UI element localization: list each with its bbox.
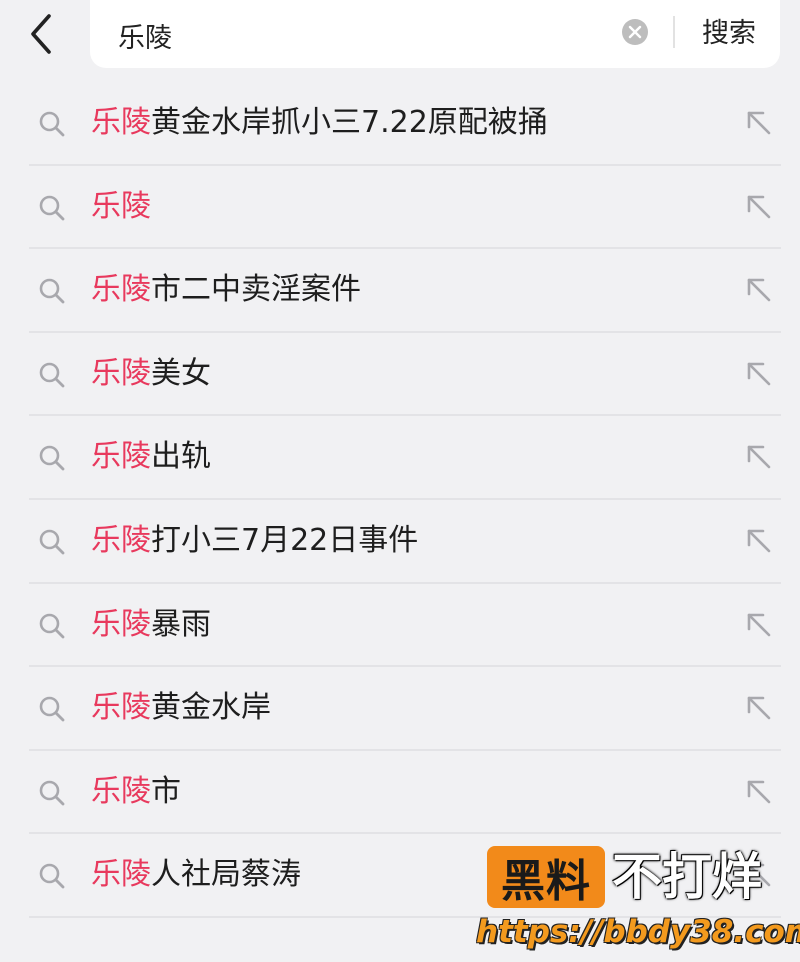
suggestion-rest: 打小三7月22日事件 <box>151 522 419 558</box>
search-icon <box>39 278 65 304</box>
suggestion-rest: 市 <box>151 773 181 809</box>
search-header: 搜索 <box>0 0 800 84</box>
search-icon <box>39 111 65 137</box>
suggestion-item[interactable]: 乐陵暴雨 <box>0 584 800 668</box>
fill-query-arrow-icon[interactable] <box>744 610 774 640</box>
suggestion-highlight: 乐陵 <box>91 522 151 558</box>
fill-query-arrow-icon[interactable] <box>744 192 774 222</box>
search-icon <box>39 780 65 806</box>
back-button[interactable] <box>14 6 70 62</box>
search-icon <box>39 446 65 471</box>
search-icon <box>39 696 65 722</box>
search-icon <box>39 362 65 388</box>
suggestion-highlight: 乐陵 <box>91 690 151 726</box>
suggestion-highlight: 乐陵 <box>91 439 151 475</box>
search-icon <box>39 864 65 889</box>
fill-query-arrow-icon[interactable] <box>744 777 774 807</box>
fill-query-arrow-icon[interactable] <box>744 526 774 556</box>
suggestion-text: 乐陵人社局蔡涛 <box>91 854 301 896</box>
fill-query-arrow-icon[interactable] <box>744 359 774 389</box>
fill-query-arrow-icon[interactable] <box>744 442 774 472</box>
search-button[interactable]: 搜索 <box>690 14 768 54</box>
suggestion-highlight: 乐陵 <box>91 355 151 391</box>
suggestion-rest: 出轨 <box>151 439 211 475</box>
suggestion-rest: 暴雨 <box>151 606 211 642</box>
watermark-url: https://bbdy38.com <box>476 914 800 950</box>
suggestion-highlight: 乐陵 <box>91 606 151 642</box>
suggestion-highlight: 乐陵 <box>91 773 151 809</box>
suggestion-text: 乐陵黄金水岸抓小三7.22原配被捅 <box>91 102 548 144</box>
suggestion-highlight: 乐陵 <box>91 857 151 893</box>
watermark-title: 不打烊 <box>612 848 762 906</box>
fill-query-arrow-icon[interactable] <box>744 108 774 138</box>
watermark-badge: 黑料 <box>487 846 605 908</box>
search-divider <box>673 16 675 48</box>
search-box: 搜索 <box>90 0 780 68</box>
suggestion-highlight: 乐陵 <box>91 105 151 140</box>
search-icon <box>39 613 65 638</box>
suggestion-item[interactable]: 乐陵出轨 <box>0 416 800 500</box>
suggestion-item[interactable]: 乐陵黄金水岸 <box>0 667 800 751</box>
search-suggestion-page: 搜索 乐陵黄金水岸抓小三7.22原配被捅乐陵乐陵市二中卖淫案件乐陵美女乐陵出轨乐… <box>0 0 800 962</box>
suggestion-text: 乐陵美女 <box>91 353 211 395</box>
suggestion-rest: 美女 <box>151 355 211 391</box>
suggestion-item[interactable]: 乐陵打小三7月22日事件 <box>0 500 800 584</box>
fill-query-arrow-icon[interactable] <box>744 275 774 305</box>
suggestion-text: 乐陵市二中卖淫案件 <box>91 269 361 311</box>
suggestion-list: 乐陵黄金水岸抓小三7.22原配被捅 乐陵 乐陵市二中卖淫案件 乐陵美女 乐陵出轨 乐陵打小… <box>0 82 800 918</box>
suggestion-text: 乐陵 <box>91 186 151 228</box>
suggestion-item[interactable]: 乐陵美女 <box>0 333 800 417</box>
suggestion-text: 乐陵黄金水岸 <box>91 687 271 729</box>
fill-query-arrow-icon[interactable] <box>744 693 774 723</box>
search-input[interactable] <box>116 14 600 56</box>
search-icon <box>39 195 65 220</box>
chevron-left-icon <box>31 14 51 54</box>
suggestion-highlight: 乐陵 <box>91 272 151 308</box>
suggestion-item[interactable]: 乐陵市 <box>0 751 800 835</box>
clear-button[interactable] <box>622 19 648 45</box>
suggestion-item[interactable]: 乐陵市二中卖淫案件 <box>0 249 800 333</box>
suggestion-item[interactable]: 乐陵黄金水岸抓小三7.22原配被捅 <box>0 82 800 166</box>
suggestion-text: 乐陵打小三7月22日事件 <box>91 520 418 562</box>
suggestion-item[interactable]: 乐陵 <box>0 166 800 250</box>
suggestion-text: 乐陵暴雨 <box>91 604 211 646</box>
suggestion-rest: 市二中卖淫案件 <box>151 272 361 308</box>
suggestion-text: 乐陵市 <box>91 771 181 813</box>
suggestion-rest: 人社局蔡涛 <box>151 857 301 893</box>
suggestion-rest: 黄金水岸抓小三7.22原配被捅 <box>151 105 548 140</box>
suggestion-highlight: 乐陵 <box>91 188 151 224</box>
suggestion-text: 乐陵出轨 <box>91 436 211 478</box>
close-icon <box>628 25 642 39</box>
search-icon <box>39 529 65 555</box>
suggestion-rest: 黄金水岸 <box>151 690 271 726</box>
